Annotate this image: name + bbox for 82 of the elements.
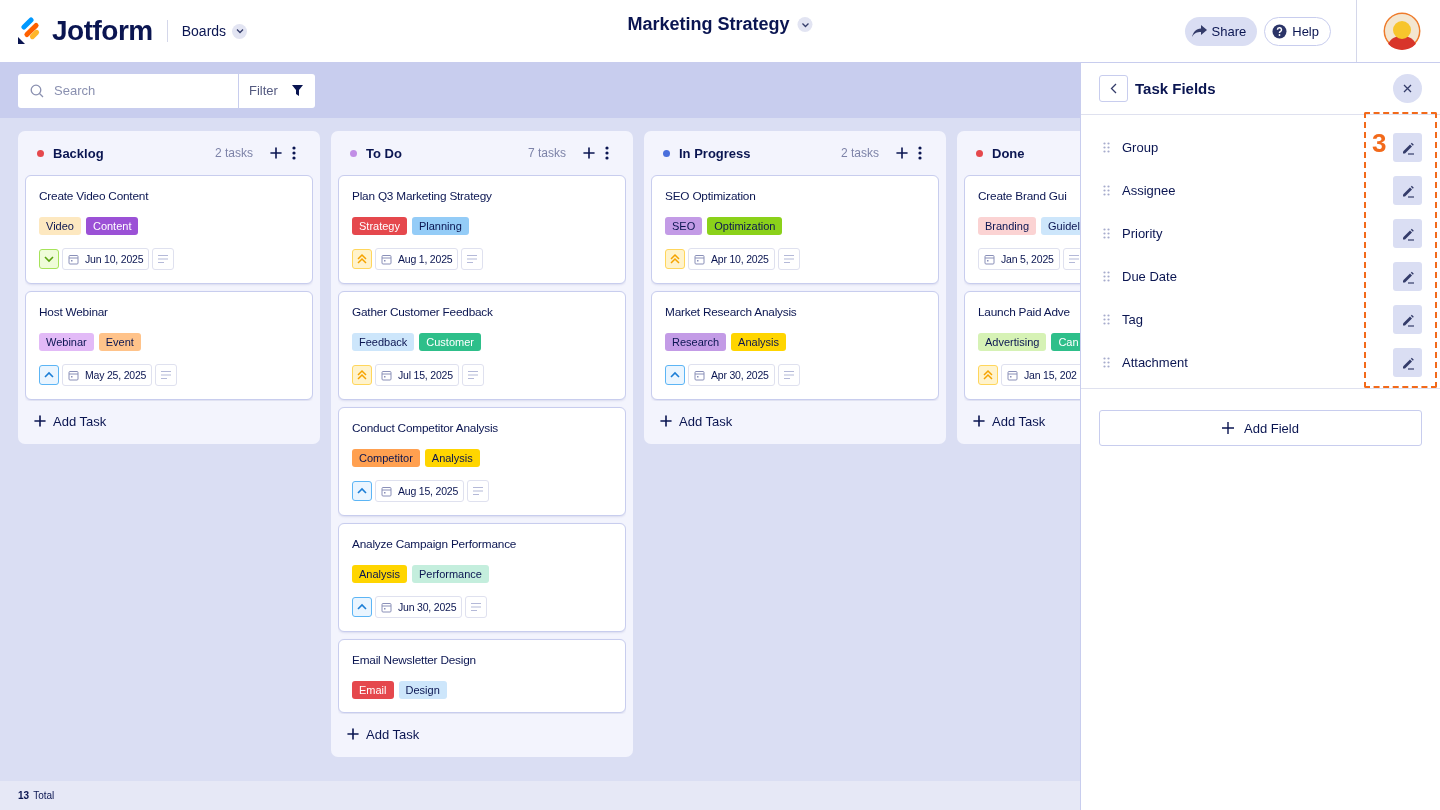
task-title: Plan Q3 Marketing Strategy bbox=[352, 189, 493, 203]
task-card[interactable]: Market Research Analysis Research Analysis Apr 30, 2025 bbox=[651, 291, 939, 400]
task-title: Host Webinar bbox=[39, 305, 109, 319]
tag: Customer bbox=[419, 333, 481, 351]
task-card[interactable]: Launch Paid Adve Advertising Can Jan 15, 202 bbox=[964, 291, 1080, 400]
task-card[interactable]: SEO Optimization SEO Optimization Apr 10, 2025 bbox=[651, 175, 939, 284]
boards-dropdown[interactable]: Boards bbox=[181, 23, 248, 39]
due-date: May 25, 2025 bbox=[62, 364, 153, 386]
tag: Event bbox=[98, 333, 141, 351]
brand-name: Jotform bbox=[52, 15, 153, 47]
task-title: Launch Paid Adve bbox=[978, 305, 1071, 319]
step-number: 3 bbox=[1372, 130, 1387, 156]
task-title: Analyze Campaign Performance bbox=[352, 537, 518, 551]
panel-title: Task Fields bbox=[1135, 80, 1216, 97]
due-date: Jun 10, 2025 bbox=[62, 248, 150, 270]
due-date: Jul 15, 2025 bbox=[375, 364, 459, 386]
due-date: Jun 30, 2025 bbox=[375, 596, 463, 618]
task-title: SEO Optimization bbox=[665, 189, 757, 203]
field-label: Tag bbox=[1122, 312, 1143, 327]
task-card[interactable]: Email Newsletter Design Email Design bbox=[338, 639, 626, 713]
due-date: Apr 30, 2025 bbox=[688, 364, 775, 386]
field-label: Assignee bbox=[1122, 183, 1176, 198]
task-count: 2 tasks bbox=[841, 146, 879, 160]
field-label: Attachment bbox=[1122, 355, 1188, 370]
tag: Optimization bbox=[707, 217, 783, 235]
task-count: 7 tasks bbox=[528, 146, 566, 160]
tag: Analysis bbox=[424, 449, 480, 467]
task-title: Conduct Competitor Analysis bbox=[352, 421, 500, 435]
add-task-button[interactable]: Add Task bbox=[338, 714, 429, 754]
help-button[interactable]: Help bbox=[1264, 16, 1331, 46]
board-title-dropdown[interactable]: Marketing Strategy bbox=[621, 13, 819, 36]
column-title: Done bbox=[992, 145, 1025, 161]
tag: Guidel bbox=[1041, 217, 1080, 235]
tag: Analysis bbox=[352, 565, 407, 583]
column-title: To Do bbox=[366, 145, 402, 161]
add-task-button[interactable]: Add Task bbox=[651, 401, 742, 441]
field-label: Due Date bbox=[1122, 269, 1177, 284]
tag: SEO bbox=[665, 217, 703, 235]
tag: Analysis bbox=[731, 333, 787, 351]
share-button[interactable]: Share bbox=[1184, 16, 1258, 46]
task-card[interactable]: Plan Q3 Marketing Strategy Strategy Planning Aug 1, 2025 bbox=[338, 175, 626, 284]
due-date: Aug 15, 2025 bbox=[375, 480, 465, 502]
task-title: Email Newsletter Design bbox=[352, 653, 477, 667]
due-date: Jan 5, 2025 bbox=[978, 248, 1060, 270]
tag: Can bbox=[1051, 333, 1080, 351]
task-title: Create Brand Gui bbox=[978, 189, 1068, 203]
task-count: 2 tasks bbox=[215, 146, 253, 160]
column-title: Backlog bbox=[53, 145, 104, 161]
tag: Feedback bbox=[352, 333, 415, 351]
tag: Video bbox=[39, 217, 81, 235]
due-date: Jan 15, 202 bbox=[1001, 364, 1080, 386]
add-field-button[interactable]: Add Field bbox=[1099, 410, 1422, 446]
task-card[interactable]: Create Video Content Video Content Jun 10, 2025 bbox=[25, 175, 313, 284]
tag: Content bbox=[85, 217, 139, 235]
tag: Planning bbox=[411, 217, 469, 235]
total-count: 13 bbox=[18, 790, 30, 801]
tag: Research bbox=[665, 333, 727, 351]
task-title: Gather Customer Feedback bbox=[352, 305, 494, 319]
tag: Competitor bbox=[352, 449, 420, 467]
add-task-button[interactable]: Add Task bbox=[964, 401, 1055, 441]
field-label: Priority bbox=[1122, 226, 1163, 241]
tag: Performance bbox=[411, 565, 489, 583]
field-label: Group bbox=[1122, 140, 1159, 155]
filter-button[interactable]: Filter bbox=[238, 73, 315, 108]
tag: Design bbox=[398, 681, 447, 699]
tag: Advertising bbox=[978, 333, 1047, 351]
task-card[interactable]: Analyze Campaign Performance Analysis Performance Jun 30, 2025 bbox=[338, 523, 626, 632]
task-title: Create Video Content bbox=[39, 189, 150, 203]
add-task-button[interactable]: Add Task bbox=[25, 401, 116, 441]
column-title: In Progress bbox=[679, 145, 751, 161]
tag: Branding bbox=[978, 217, 1037, 235]
task-card[interactable]: Host Webinar Webinar Event May 25, 2025 bbox=[25, 291, 313, 400]
tag: Email bbox=[352, 681, 394, 699]
due-date: Aug 1, 2025 bbox=[375, 248, 459, 270]
tag: Strategy bbox=[352, 217, 407, 235]
total-label: Total bbox=[33, 790, 55, 801]
tag: Webinar bbox=[39, 333, 94, 351]
task-card[interactable]: Conduct Competitor Analysis Competitor Analysis Aug 15, 2025 bbox=[338, 407, 626, 516]
due-date: Apr 10, 2025 bbox=[688, 248, 775, 270]
task-card[interactable]: Create Brand Gui Branding Guidel Jan 5, 2025 bbox=[964, 175, 1080, 284]
task-title: Market Research Analysis bbox=[665, 305, 798, 319]
task-card[interactable]: Gather Customer Feedback Feedback Customer Jul 15, 2025 bbox=[338, 291, 626, 400]
